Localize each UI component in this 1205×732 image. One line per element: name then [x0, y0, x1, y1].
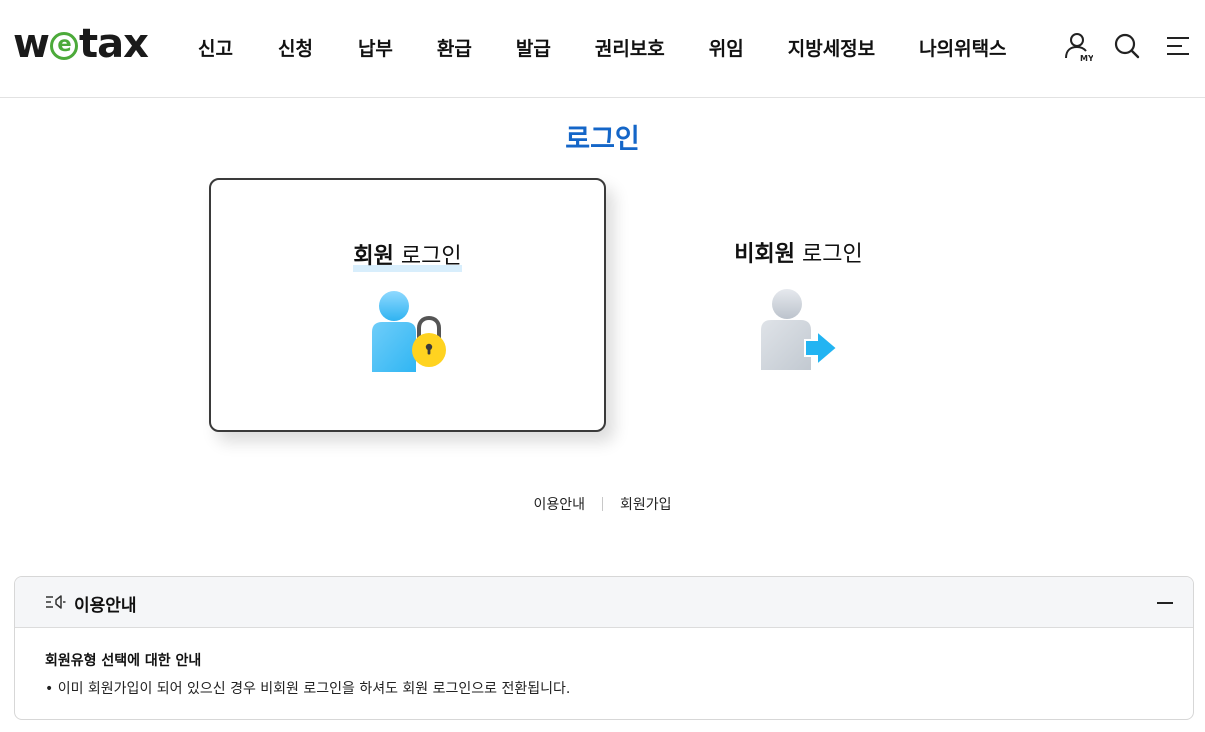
nav-item-issue[interactable]: 발급 [516, 34, 551, 61]
guide-link[interactable]: 이용안내 [533, 494, 585, 514]
wetax-logo[interactable]: w e tax [13, 21, 149, 67]
nav-item-my-wetax[interactable]: 나의위택스 [919, 34, 1006, 61]
nav-item-rights[interactable]: 권리보호 [595, 34, 665, 61]
nav-item-report[interactable]: 신고 [198, 34, 233, 61]
logo-e-circle: e [49, 32, 78, 60]
nav-item-refund[interactable]: 환급 [437, 34, 472, 61]
my-label: MY [1080, 54, 1093, 61]
nav-item-payment[interactable]: 납부 [358, 34, 393, 61]
member-login-title: 회원 로그인 [211, 238, 604, 272]
member-lock-icon [371, 291, 446, 372]
search-icon[interactable] [1112, 31, 1142, 61]
usage-guide-subtitle: 회원유형 선택에 대한 안내 [45, 653, 202, 669]
login-links: 이용안내 회원가입 [0, 494, 1205, 514]
guest-login-rest: 로그인 [795, 242, 863, 267]
nav-item-apply[interactable]: 신청 [278, 34, 313, 61]
logo-text-w: w [13, 21, 50, 67]
link-divider [602, 497, 603, 511]
nav-item-delegation[interactable]: 위임 [709, 34, 744, 61]
guest-login-title: 비회원 로그인 [600, 236, 997, 268]
site-header: w e tax 신고 신청 납부 환급 발급 권리보호 위임 지방세정보 나의위… [0, 0, 1205, 98]
nav-item-local-tax-info[interactable]: 지방세정보 [788, 34, 875, 61]
hamburger-menu-icon[interactable] [1164, 31, 1194, 61]
guest-login-card[interactable]: 비회원 로그인 [600, 178, 997, 432]
signup-link[interactable]: 회원가입 [620, 494, 672, 514]
logo-text-tax: tax [78, 21, 149, 67]
member-login-card[interactable]: 회원 로그인 [209, 178, 606, 432]
guest-arrow-icon [760, 289, 839, 370]
usage-guide-item: • 이미 회원가입이 되어 있으신 경우 비회원 로그인을 하셔도 회원 로그인… [45, 681, 571, 697]
guest-login-bold: 비회원 [734, 242, 795, 267]
usage-guide-body: 회원유형 선택에 대한 안내 • 이미 회원가입이 되어 있으신 경우 비회원 … [15, 628, 1193, 719]
member-login-rest: 로그인 [393, 244, 462, 269]
user-my-icon[interactable]: MY [1063, 31, 1093, 61]
page-title: 로그인 [565, 124, 640, 155]
usage-guide-header[interactable]: 이용안내 [15, 577, 1193, 628]
logo-text-e: e [57, 32, 71, 56]
megaphone-list-icon [46, 595, 66, 609]
collapse-minus-icon[interactable] [1155, 593, 1175, 613]
usage-guide-title: 이용안내 [74, 596, 137, 616]
member-login-bold: 회원 [353, 244, 394, 269]
usage-guide-panel: 이용안내 회원유형 선택에 대한 안내 • 이미 회원가입이 되어 있으신 경우… [14, 576, 1194, 720]
main-nav: 신고 신청 납부 환급 발급 권리보호 위임 지방세정보 나의위택스 [198, 34, 1007, 61]
